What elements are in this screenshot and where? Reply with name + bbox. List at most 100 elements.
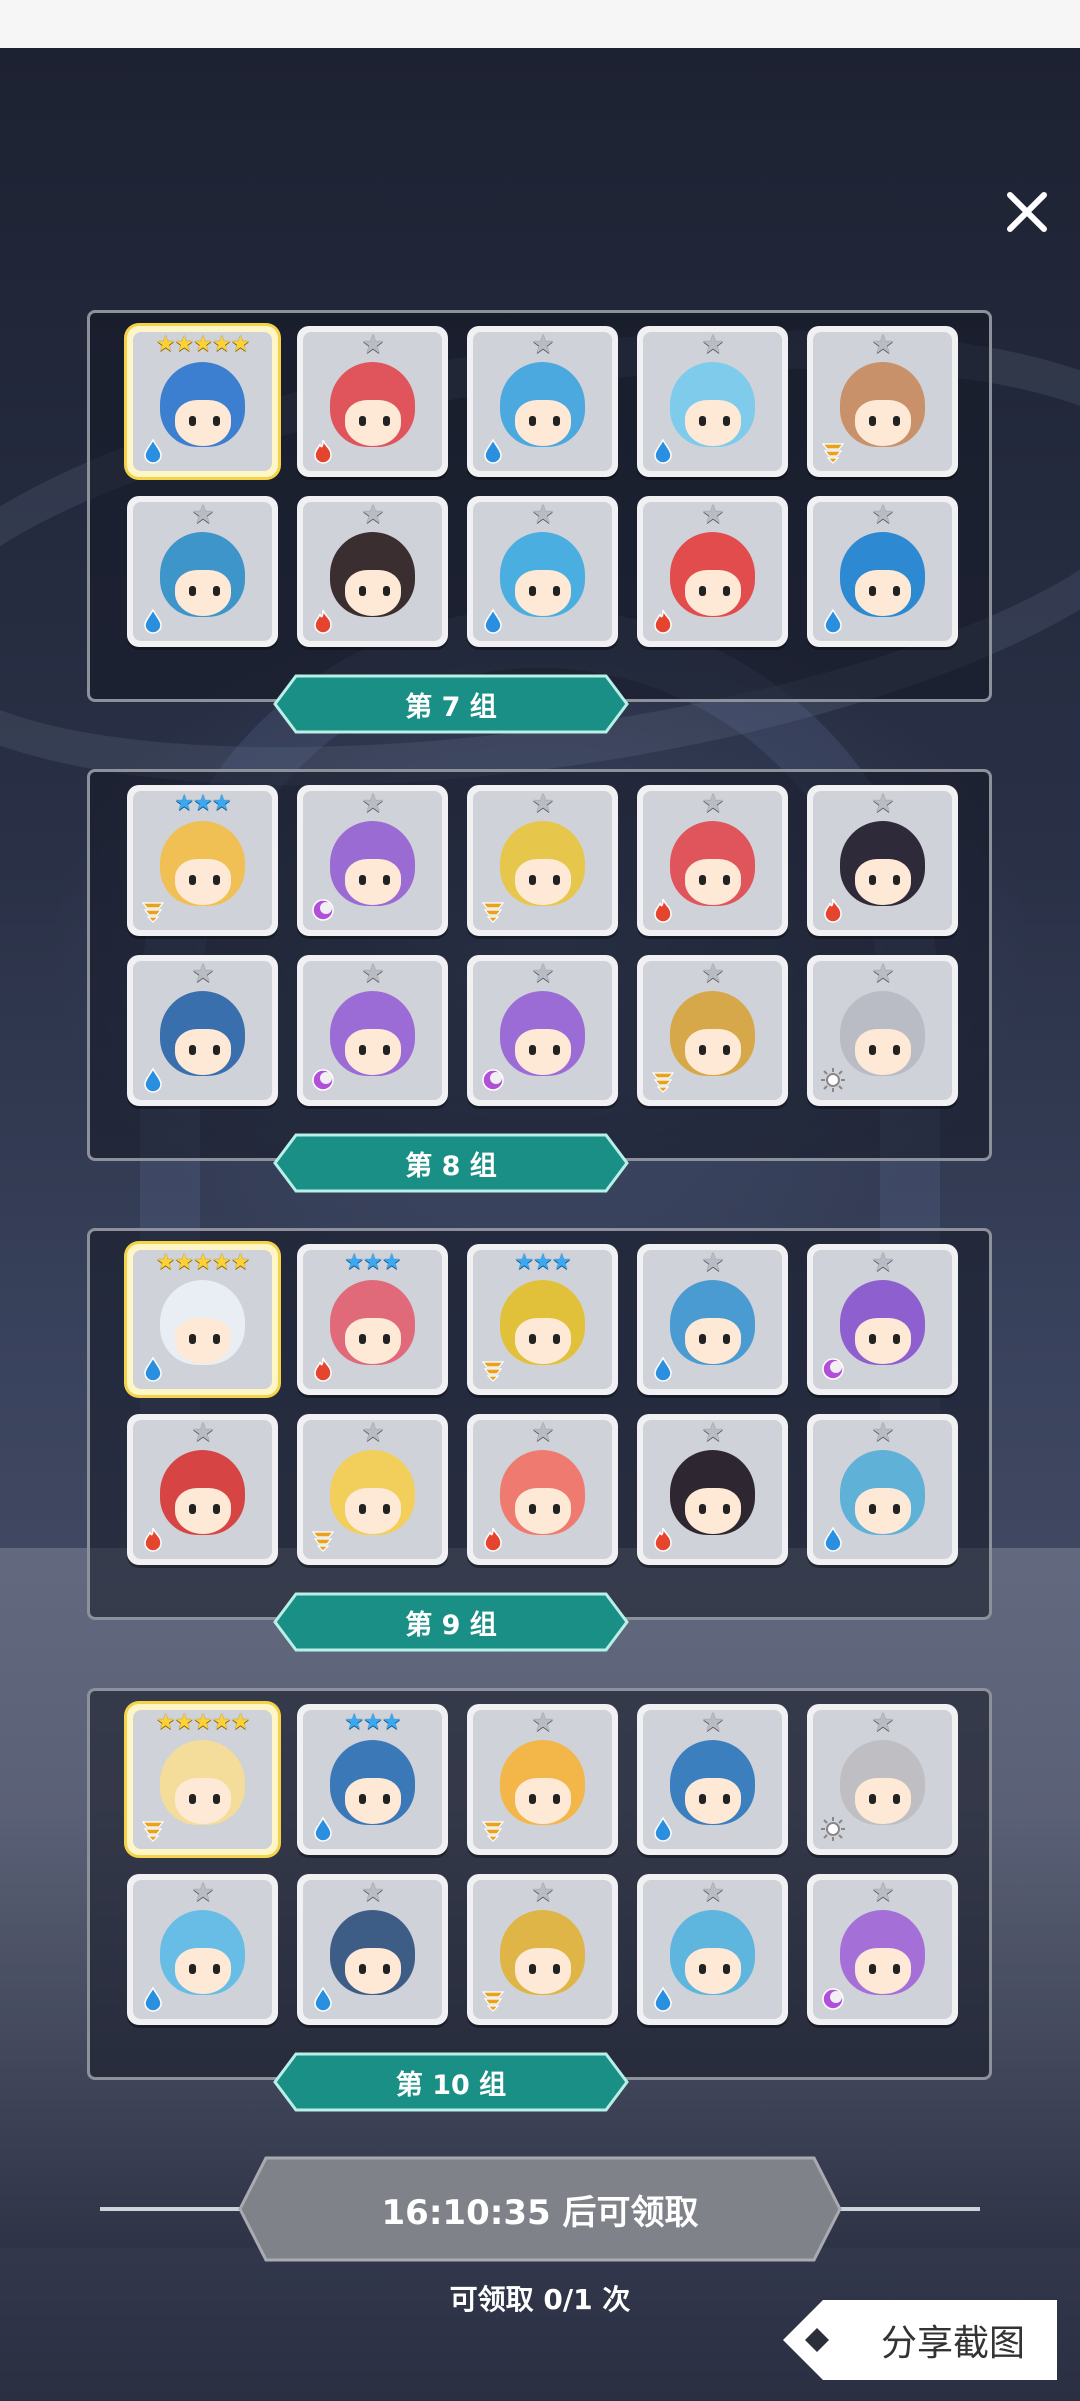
hero-card[interactable]: ★ bbox=[127, 1414, 278, 1565]
hero-card[interactable]: ★ bbox=[807, 785, 958, 936]
hero-eye bbox=[189, 416, 196, 426]
share-screenshot-button[interactable]: 分享截图 bbox=[783, 2300, 1057, 2380]
hero-face bbox=[855, 1488, 911, 1534]
earth-element-icon bbox=[649, 1066, 677, 1094]
claim-button[interactable]: 16:10:35 后可领取 bbox=[238, 2156, 842, 2262]
star-rating-icon: ★ bbox=[871, 961, 894, 989]
hero-face bbox=[345, 1029, 401, 1075]
hero-card[interactable]: ★★★ bbox=[127, 785, 278, 936]
hero-card[interactable]: ★★★★★ bbox=[127, 1244, 278, 1395]
hero-card[interactable]: ★ bbox=[467, 1414, 618, 1565]
hero-card[interactable]: ★ bbox=[297, 1874, 448, 2025]
hero-card[interactable]: ★ bbox=[807, 326, 958, 477]
hero-card[interactable]: ★ bbox=[637, 785, 788, 936]
hero-card[interactable]: ★ bbox=[467, 496, 618, 647]
water-element-icon bbox=[479, 607, 507, 635]
hero-face bbox=[685, 1318, 741, 1364]
earth-element-icon bbox=[139, 1815, 167, 1843]
hero-eye bbox=[189, 1334, 196, 1344]
hero-eye bbox=[893, 875, 900, 885]
star-rating-icon: ★★★ bbox=[344, 1250, 401, 1275]
group-label: 第 8 组 bbox=[405, 1150, 497, 1182]
hero-card[interactable]: ★ bbox=[807, 1244, 958, 1395]
hero-card[interactable]: ★ bbox=[467, 1704, 618, 1855]
hero-eye bbox=[869, 875, 876, 885]
hero-portrait: ★ bbox=[133, 1880, 272, 2019]
hero-eye bbox=[189, 1504, 196, 1514]
hero-grid: ★★★ ★ ★ ★ ★ ★ ★ ★ ★ ★ bbox=[127, 785, 958, 1106]
fire-element-icon bbox=[649, 607, 677, 635]
hero-card[interactable]: ★ bbox=[807, 496, 958, 647]
hero-face bbox=[855, 1318, 911, 1364]
hero-card[interactable]: ★ bbox=[637, 496, 788, 647]
hero-card[interactable]: ★ bbox=[467, 785, 618, 936]
hero-card[interactable]: ★ bbox=[297, 785, 448, 936]
hero-card[interactable]: ★ bbox=[637, 1874, 788, 2025]
hero-face bbox=[345, 400, 401, 446]
earth-element-icon bbox=[479, 896, 507, 924]
hero-eye bbox=[383, 875, 390, 885]
group-label-ribbon: 第 9 组 bbox=[272, 1591, 630, 1653]
hero-card[interactable]: ★ bbox=[637, 1244, 788, 1395]
hero-portrait: ★★★ bbox=[133, 791, 272, 930]
hero-eye bbox=[893, 586, 900, 596]
hero-card[interactable]: ★ bbox=[807, 955, 958, 1106]
hero-card[interactable]: ★★★★★ bbox=[127, 1704, 278, 1855]
hero-card[interactable]: ★★★ bbox=[297, 1704, 448, 1855]
hero-card[interactable]: ★ bbox=[807, 1414, 958, 1565]
hero-card[interactable]: ★ bbox=[297, 496, 448, 647]
group-label: 第 9 组 bbox=[405, 1609, 497, 1641]
hero-card[interactable]: ★ bbox=[127, 496, 278, 647]
hero-card[interactable]: ★ bbox=[807, 1874, 958, 2025]
hero-face bbox=[515, 400, 571, 446]
hero-portrait: ★ bbox=[473, 332, 612, 471]
group-label: 第 10 组 bbox=[395, 2069, 507, 2101]
hero-card[interactable]: ★ bbox=[467, 326, 618, 477]
hero-eye bbox=[189, 586, 196, 596]
hero-group-panel: ★★★★★ ★★★ ★ ★ ★ ★ ★ ★ ★ ★ bbox=[87, 1688, 992, 2080]
water-element-icon bbox=[649, 1355, 677, 1383]
hero-card[interactable]: ★ bbox=[467, 1874, 618, 2025]
star-rating-icon: ★ bbox=[531, 791, 554, 819]
star-rating-icon: ★ bbox=[701, 502, 724, 530]
hero-card[interactable]: ★ bbox=[637, 326, 788, 477]
star-rating-icon: ★ bbox=[701, 1250, 724, 1278]
hero-card[interactable]: ★ bbox=[297, 326, 448, 477]
fire-element-icon bbox=[649, 896, 677, 924]
hero-portrait: ★ bbox=[813, 791, 952, 930]
star-rating-icon: ★ bbox=[701, 1880, 724, 1908]
hero-face bbox=[685, 1948, 741, 1994]
hero-face bbox=[175, 1318, 231, 1364]
hero-eye bbox=[359, 586, 366, 596]
hero-eye bbox=[529, 586, 536, 596]
hero-eye bbox=[893, 416, 900, 426]
hero-card[interactable]: ★ bbox=[807, 1704, 958, 1855]
star-rating-icon: ★ bbox=[531, 1420, 554, 1448]
hero-card[interactable]: ★ bbox=[637, 1704, 788, 1855]
hero-card[interactable]: ★ bbox=[637, 1414, 788, 1565]
hero-card[interactable]: ★ bbox=[637, 955, 788, 1106]
hero-face bbox=[515, 1318, 571, 1364]
hero-eye bbox=[213, 1964, 220, 1974]
hero-portrait: ★ bbox=[473, 1710, 612, 1849]
hero-card[interactable]: ★ bbox=[127, 955, 278, 1106]
hero-eye bbox=[699, 1794, 706, 1804]
close-button[interactable] bbox=[995, 180, 1059, 244]
hero-card[interactable]: ★ bbox=[297, 955, 448, 1106]
hero-card[interactable]: ★★★★★ bbox=[127, 326, 278, 477]
star-rating-icon: ★ bbox=[531, 332, 554, 360]
hero-eye bbox=[699, 875, 706, 885]
hero-eye bbox=[893, 1964, 900, 1974]
hero-portrait: ★★★ bbox=[303, 1250, 442, 1389]
hero-card[interactable]: ★ bbox=[467, 955, 618, 1106]
hero-eye bbox=[893, 1794, 900, 1804]
light-element-icon bbox=[819, 1815, 847, 1843]
hero-face bbox=[175, 570, 231, 616]
hero-portrait: ★ bbox=[473, 1880, 612, 2019]
hero-card[interactable]: ★ bbox=[297, 1414, 448, 1565]
star-rating-icon: ★ bbox=[361, 1880, 384, 1908]
hero-card[interactable]: ★★★ bbox=[297, 1244, 448, 1395]
hero-eye bbox=[869, 1964, 876, 1974]
hero-card[interactable]: ★★★ bbox=[467, 1244, 618, 1395]
hero-card[interactable]: ★ bbox=[127, 1874, 278, 2025]
